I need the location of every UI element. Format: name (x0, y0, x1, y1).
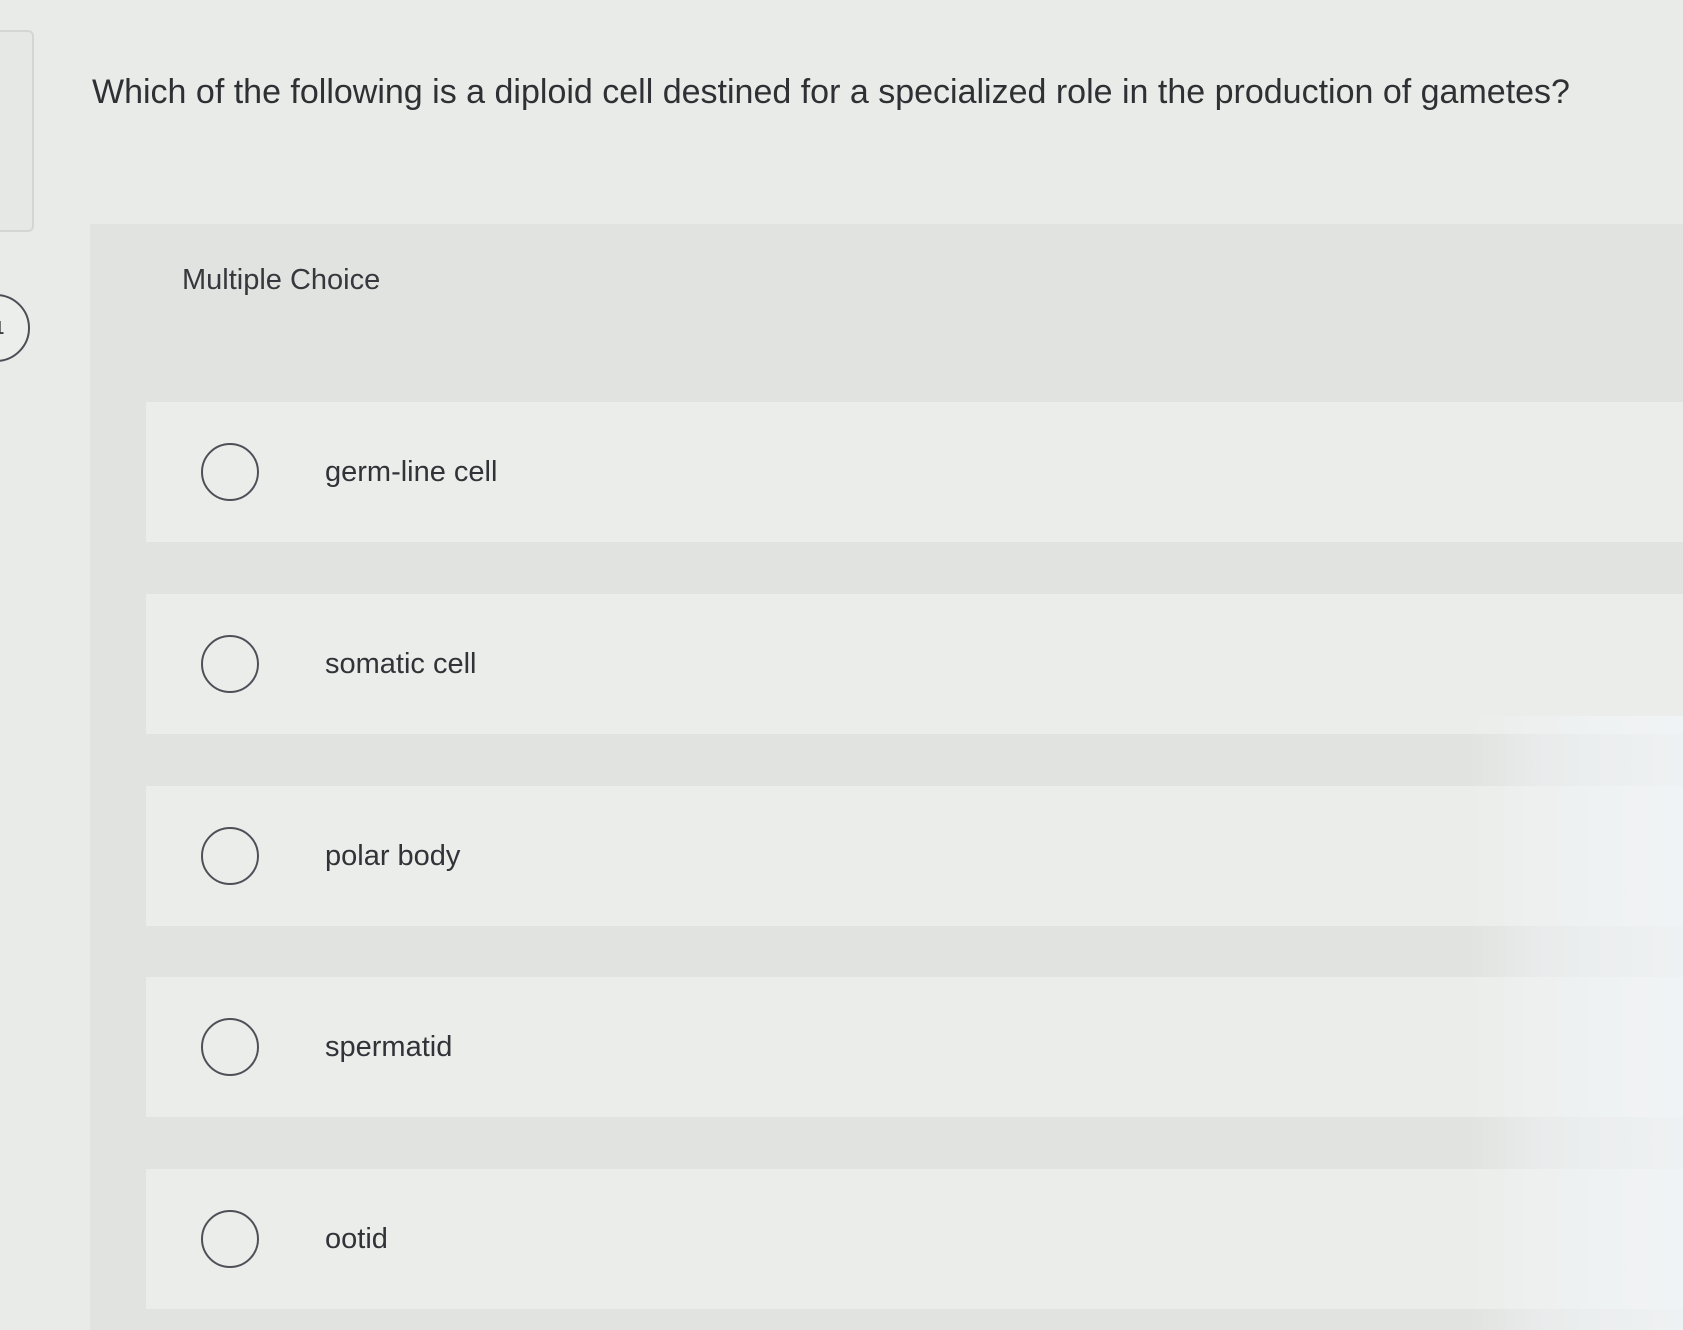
question-number-badge: 1 (0, 294, 30, 362)
question-text: Which of the following is a diploid cell… (92, 73, 1570, 111)
question-type-label: Multiple Choice (182, 264, 381, 296)
side-panel-tab[interactable] (0, 30, 34, 232)
answer-option[interactable]: polar body (146, 786, 1683, 926)
answer-panel: Multiple Choice germ-line cell somatic c… (90, 224, 1683, 1330)
radio-button-icon[interactable] (201, 1018, 259, 1076)
radio-button-icon[interactable] (201, 635, 259, 693)
radio-button-icon[interactable] (201, 1210, 259, 1268)
question-number: 1 (0, 318, 4, 339)
answer-option-label: spermatid (325, 1030, 453, 1063)
answer-option[interactable]: somatic cell (146, 594, 1683, 734)
answer-option[interactable]: germ-line cell (146, 402, 1683, 542)
answer-option-label: polar body (325, 839, 461, 872)
answer-option[interactable]: ootid (146, 1169, 1683, 1309)
answer-option-label: somatic cell (325, 647, 477, 680)
answer-option-label: germ-line cell (325, 455, 498, 488)
answer-option-label: ootid (325, 1222, 388, 1255)
radio-button-icon[interactable] (201, 827, 259, 885)
answer-option[interactable]: spermatid (146, 977, 1683, 1117)
radio-button-icon[interactable] (201, 443, 259, 501)
